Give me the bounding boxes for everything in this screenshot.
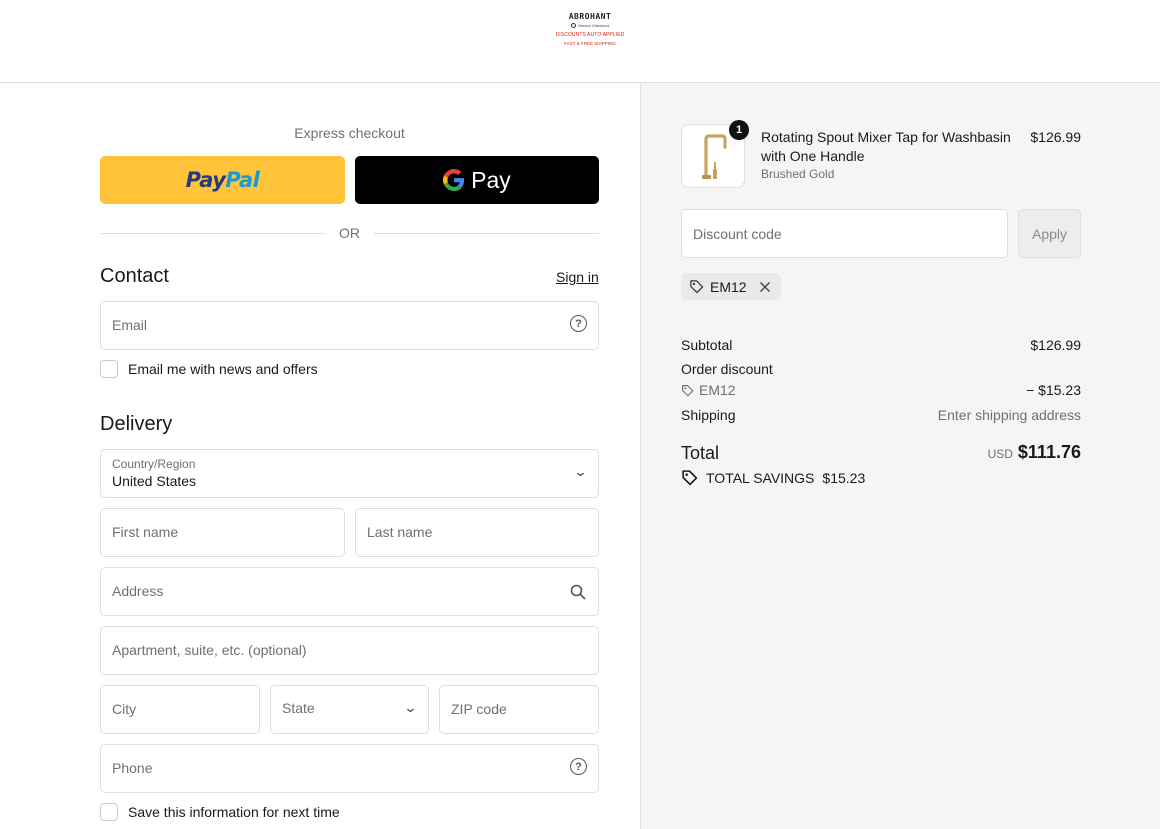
total-currency: USD bbox=[987, 447, 1013, 461]
shipping-label: Shipping bbox=[681, 407, 736, 423]
tag-icon bbox=[690, 280, 704, 294]
apartment-placeholder: Apartment, suite, etc. (optional) bbox=[112, 642, 307, 658]
city-field[interactable]: City bbox=[100, 685, 260, 734]
total-label: Total bbox=[681, 443, 720, 463]
checkout-form: Express checkout PayPal Pay OR Contact S… bbox=[0, 83, 640, 829]
secure-checkout-label: Secure Checkout bbox=[578, 23, 609, 28]
store-logo[interactable]: ABROHANT Secure Checkout DISCOUNTS AUTO … bbox=[540, 12, 640, 46]
product-price: $126.99 bbox=[1030, 129, 1081, 145]
help-icon[interactable]: ? bbox=[570, 758, 587, 775]
country-label: Country/Region bbox=[112, 457, 196, 471]
subtotal-value: $126.99 bbox=[1030, 337, 1081, 353]
state-placeholder: State bbox=[282, 700, 315, 716]
product-variant: Brushed Gold bbox=[761, 167, 835, 181]
email-field[interactable]: Email ? bbox=[100, 301, 599, 350]
chevron-down-icon: ⌄ bbox=[573, 464, 588, 479]
last-name-placeholder: Last name bbox=[367, 524, 433, 540]
google-g-icon bbox=[443, 169, 465, 191]
subtotal-label: Subtotal bbox=[681, 337, 733, 353]
secure-checkout-line: Secure Checkout bbox=[540, 23, 640, 28]
chevron-down-icon: ⌄ bbox=[403, 700, 418, 715]
tag-icon bbox=[682, 384, 694, 396]
contact-title: Contact bbox=[100, 265, 169, 287]
or-divider: OR bbox=[100, 225, 599, 241]
applied-discount-chip: EM12 bbox=[681, 273, 781, 300]
save-info-label: Save this information for next time bbox=[128, 804, 340, 820]
lock-icon bbox=[571, 23, 577, 28]
email-placeholder: Email bbox=[112, 317, 148, 333]
help-icon[interactable]: ? bbox=[570, 315, 587, 332]
discount-code-row: EM12 bbox=[681, 382, 736, 398]
first-name-placeholder: First name bbox=[112, 524, 179, 540]
news-checkbox[interactable] bbox=[100, 360, 118, 378]
apply-button[interactable]: Apply bbox=[1018, 209, 1081, 258]
save-info-checkbox[interactable] bbox=[100, 803, 118, 821]
shipping-value: Enter shipping address bbox=[937, 407, 1081, 423]
address-placeholder: Address bbox=[112, 583, 164, 599]
paypal-button[interactable]: PayPal bbox=[100, 156, 345, 204]
google-pay-button[interactable]: Pay bbox=[355, 156, 599, 204]
sign-in-link[interactable]: Sign in bbox=[556, 269, 599, 285]
brand-name: ABROHANT bbox=[568, 12, 612, 21]
zip-placeholder: ZIP code bbox=[451, 701, 507, 717]
promo-line-1: DISCOUNTS AUTO APPLIED bbox=[555, 32, 625, 38]
first-name-field[interactable]: First name bbox=[100, 508, 345, 557]
order-discount-label: Order discount bbox=[681, 361, 773, 377]
close-icon[interactable] bbox=[757, 279, 773, 295]
last-name-field[interactable]: Last name bbox=[355, 508, 599, 557]
promo-line-2: FAST & FREE SHIPPING bbox=[564, 41, 616, 46]
news-opt-in[interactable]: Email me with news and offers bbox=[100, 360, 318, 378]
apartment-field[interactable]: Apartment, suite, etc. (optional) bbox=[100, 626, 599, 675]
search-icon[interactable] bbox=[570, 584, 586, 600]
discount-value: − $15.23 bbox=[1026, 382, 1081, 398]
gpay-label: Pay bbox=[471, 166, 511, 193]
total-savings: TOTAL SAVINGS $15.23 bbox=[681, 469, 865, 486]
applied-code-label: EM12 bbox=[710, 278, 747, 295]
delivery-title: Delivery bbox=[100, 413, 173, 435]
state-select[interactable]: State ⌄ bbox=[270, 685, 429, 734]
phone-field[interactable]: Phone ? bbox=[100, 744, 599, 793]
phone-placeholder: Phone bbox=[112, 760, 153, 776]
total-amount: USD $111.76 bbox=[881, 442, 1081, 463]
checkout-header: ABROHANT Secure Checkout DISCOUNTS AUTO … bbox=[0, 0, 1160, 83]
country-value: United States bbox=[112, 473, 197, 489]
discount-code-label: EM12 bbox=[699, 382, 736, 398]
discount-code-field[interactable]: Discount code bbox=[681, 209, 1008, 258]
save-info-opt-in[interactable]: Save this information for next time bbox=[100, 803, 340, 821]
address-field[interactable]: Address bbox=[100, 567, 599, 616]
discount-placeholder: Discount code bbox=[693, 226, 782, 242]
country-select[interactable]: Country/Region United States ⌄ bbox=[100, 449, 599, 498]
quantity-badge: 1 bbox=[729, 120, 749, 140]
zip-field[interactable]: ZIP code bbox=[439, 685, 599, 734]
savings-value: $15.23 bbox=[822, 469, 866, 486]
tag-icon bbox=[682, 470, 698, 486]
paypal-logo: PayPal bbox=[185, 168, 260, 192]
express-checkout-title: Express checkout bbox=[294, 125, 405, 141]
total-value: $111.76 bbox=[1017, 442, 1081, 462]
order-summary: 1 Rotating Spout Mixer Tap for Washbasin… bbox=[640, 83, 1160, 829]
divider-line-right bbox=[374, 233, 599, 234]
savings-label: TOTAL SAVINGS bbox=[706, 469, 815, 486]
news-label: Email me with news and offers bbox=[128, 361, 318, 377]
city-placeholder: City bbox=[112, 701, 137, 717]
